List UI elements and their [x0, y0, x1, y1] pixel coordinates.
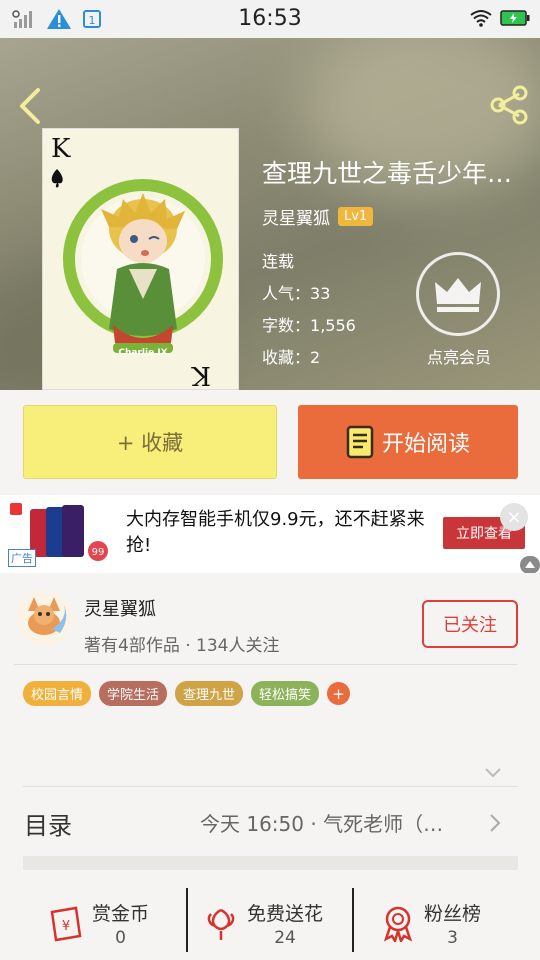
reward-coins-label: 赏金币: [92, 902, 150, 925]
ad-tag: 广告: [8, 549, 36, 567]
fan-ranking-value: 3: [447, 927, 458, 948]
ad-close-icon[interactable]: ×: [500, 503, 528, 531]
book-icon: [346, 425, 374, 459]
svg-text:Charlie IX: Charlie IX: [118, 348, 167, 358]
back-icon[interactable]: [14, 86, 46, 126]
favorites-value: 2: [310, 348, 321, 367]
tag-item[interactable]: 学院生活: [99, 681, 168, 706]
ad-price-badge: 99: [92, 547, 105, 558]
author-name[interactable]: 灵星翼狐: [262, 204, 330, 229]
flower-icon: [207, 908, 235, 940]
tag-list: 校园言情 学院生活 查理九世 轻松搞笑 +: [23, 681, 351, 706]
status-bar: 1 16:53: [0, 0, 540, 38]
fan-ranking-button[interactable]: 粉丝榜 3: [380, 886, 481, 960]
start-reading-button[interactable]: 开始阅读: [298, 405, 518, 479]
chevron-right-icon[interactable]: [488, 813, 502, 833]
book-title: 查理九世之毒舌少年…: [262, 159, 513, 188]
words-value: 1,556: [310, 316, 356, 335]
popularity-value: 33: [310, 284, 331, 303]
svg-text:¥: ¥: [62, 919, 70, 934]
divider: [352, 888, 354, 952]
divider: [14, 664, 518, 665]
reward-coins-button[interactable]: ¥ 赏金币 0: [48, 886, 149, 960]
reward-coins-value: 0: [115, 927, 126, 948]
book-header: K K Charlie IX 查理九世之毒舌少年… 灵星翼狐 Lv1 连载 人气…: [0, 38, 540, 390]
medal-icon: [383, 906, 413, 942]
word-count-stat: 字数：1,556: [262, 312, 356, 336]
serial-status: 连载: [262, 252, 295, 271]
send-flower-button[interactable]: 免费送花 24: [203, 886, 323, 960]
follow-button[interactable]: 已关注: [422, 600, 518, 648]
red-envelope-icon: ¥: [50, 906, 82, 942]
words-label: 字数：: [262, 316, 311, 335]
ad-info-icon[interactable]: [520, 556, 540, 574]
ad-banner[interactable]: 99 广告 大内存智能手机仅9.9元，还不赶紧来抢! 立即查看 ×: [0, 495, 540, 573]
share-icon[interactable]: [488, 84, 530, 126]
crown-icon: [435, 278, 481, 312]
popularity-stat: 人气：33: [262, 280, 330, 304]
chevron-down-icon[interactable]: [484, 767, 502, 779]
add-tag-button[interactable]: +: [327, 682, 351, 705]
popularity-label: 人气：: [262, 284, 311, 303]
favorites-label: 收藏：: [262, 348, 311, 367]
favorite-button[interactable]: + 收藏: [23, 405, 277, 479]
latest-chapter[interactable]: 今天 16:50 · 气死老师（…: [200, 808, 482, 837]
author-avatar[interactable]: [16, 589, 74, 647]
tag-item[interactable]: 查理九世: [175, 681, 244, 706]
fan-ranking-label: 粉丝榜: [424, 902, 482, 925]
tag-item[interactable]: 校园言情: [23, 681, 92, 706]
favorites-stat: 收藏：2: [262, 344, 320, 368]
bottom-action-bar: ¥ 赏金币 0 免费送花 24 粉丝榜 3: [0, 886, 540, 960]
level-badge: Lv1: [338, 207, 374, 226]
toc-title[interactable]: 目录: [24, 806, 72, 841]
author-card-name[interactable]: 灵星翼狐: [84, 595, 156, 621]
svg-text:K: K: [191, 360, 211, 390]
divider: [186, 888, 188, 952]
book-cover[interactable]: K K Charlie IX: [42, 128, 239, 390]
tag-item[interactable]: 轻松搞笑: [251, 681, 320, 706]
send-flower-label: 免费送花: [247, 902, 324, 925]
wifi-icon: [470, 10, 492, 27]
cover-illustration: K K Charlie IX: [43, 129, 238, 390]
divider: [23, 786, 518, 787]
svg-text:K: K: [51, 134, 71, 164]
clock: 16:53: [238, 6, 302, 31]
author-card: 灵星翼狐 著有4部作品 · 134人关注 已关注 校园言情 学院生活 查理九世 …: [0, 573, 540, 778]
ad-text[interactable]: 大内存智能手机仅9.9元，还不赶紧来抢!: [126, 507, 426, 559]
vip-label[interactable]: 点亮会员: [400, 344, 518, 368]
vip-button[interactable]: [416, 252, 500, 336]
send-flower-value: 24: [274, 927, 296, 948]
author-card-meta: 著有4部作品 · 134人关注: [84, 636, 280, 656]
battery-icon: [500, 10, 530, 26]
section-separator: [23, 856, 518, 870]
start-reading-label: 开始阅读: [381, 432, 470, 457]
